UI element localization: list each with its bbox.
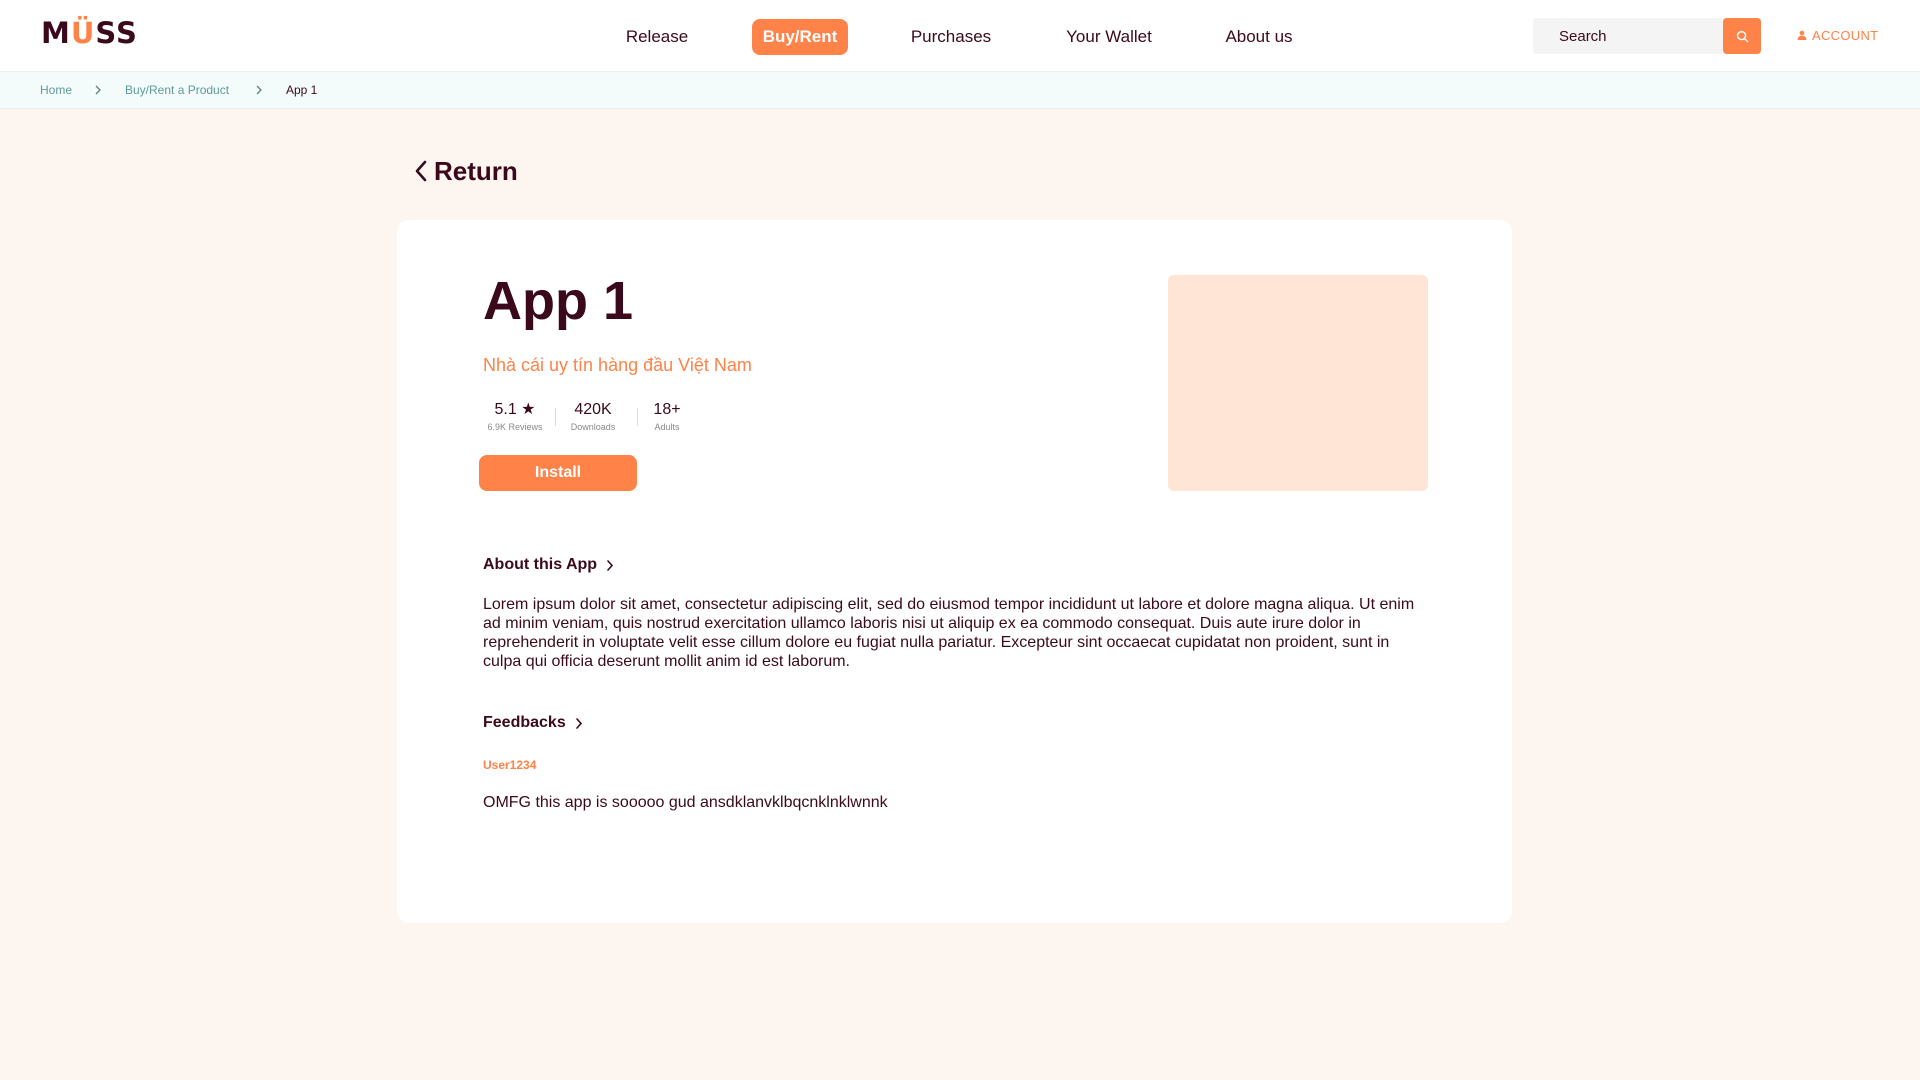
- logo-text-prefix: M: [41, 16, 71, 50]
- breadcrumb-current: App 1: [286, 83, 318, 97]
- feedbacks-link[interactable]: Feedbacks: [483, 712, 583, 734]
- search-input[interactable]: [1533, 18, 1723, 54]
- return-label: Return: [434, 155, 518, 186]
- search-button[interactable]: [1723, 18, 1761, 54]
- top-header: MÜSS Release Buy/Rent Purchases Your Wal…: [0, 0, 1920, 72]
- stat-downloads: 420K Downloads: [564, 400, 622, 433]
- chevron-left-icon: [415, 160, 427, 182]
- about-app-heading: About this App: [483, 556, 598, 573]
- nav-item-buy-rent[interactable]: Buy/Rent: [752, 19, 848, 55]
- breadcrumb-home[interactable]: Home: [40, 83, 72, 97]
- app-subtitle: Nhà cái uy tín hàng đầu Việt Nam: [483, 355, 752, 375]
- stat-rating-value: 5.1 ★: [494, 401, 536, 418]
- app-image-placeholder: [1168, 275, 1428, 491]
- stat-rating: 5.1 ★ 6.9K Reviews: [483, 400, 547, 433]
- nav-item-your-wallet[interactable]: Your Wallet: [1060, 19, 1158, 55]
- return-button[interactable]: Return: [414, 155, 518, 187]
- stat-age-value: 18+: [653, 401, 681, 418]
- stat-age-label: Adults: [654, 422, 680, 432]
- chevron-right-icon: [256, 85, 262, 95]
- stat-downloads-label: Downloads: [570, 422, 616, 432]
- logo-text-suffix: SS: [95, 16, 138, 50]
- stat-rating-label: 6.9K Reviews: [487, 422, 543, 432]
- muss-logo[interactable]: MÜSS: [41, 16, 138, 50]
- about-app-text: Lorem ipsum dolor sit amet, consectetur …: [483, 596, 1415, 670]
- chevron-right-icon: [575, 717, 582, 729]
- app-title: App 1: [483, 271, 634, 331]
- breadcrumb: Home Buy/Rent a Product App 1: [0, 72, 1920, 109]
- search-icon: [1736, 30, 1748, 42]
- app-detail-card: App 1 Nhà cái uy tín hàng đầu Việt Nam 5…: [397, 220, 1512, 923]
- install-button[interactable]: Install: [479, 455, 637, 491]
- user-icon: [1797, 30, 1807, 40]
- account-link[interactable]: ACCOUNT: [1797, 26, 1878, 44]
- nav-item-purchases[interactable]: Purchases: [905, 19, 997, 55]
- stat-divider: [637, 408, 638, 426]
- breadcrumb-buy-rent[interactable]: Buy/Rent a Product: [125, 83, 229, 97]
- feedback-text: OMFG this app is sooooo gud ansdklanvklb…: [483, 794, 888, 811]
- feedback-username: User1234: [483, 758, 537, 772]
- stat-divider: [555, 408, 556, 426]
- chevron-right-icon: [95, 85, 101, 95]
- nav-item-release[interactable]: Release: [622, 19, 692, 55]
- feedbacks-heading: Feedbacks: [483, 714, 566, 731]
- account-label: ACCOUNT: [1812, 27, 1879, 43]
- stat-downloads-value: 420K: [574, 401, 612, 418]
- nav-item-about-us[interactable]: About us: [1219, 19, 1299, 55]
- chevron-right-icon: [607, 559, 614, 571]
- about-app-link[interactable]: About this App: [483, 554, 614, 576]
- logo-text-u: Ü: [70, 16, 96, 50]
- stat-age: 18+ Adults: [648, 400, 686, 433]
